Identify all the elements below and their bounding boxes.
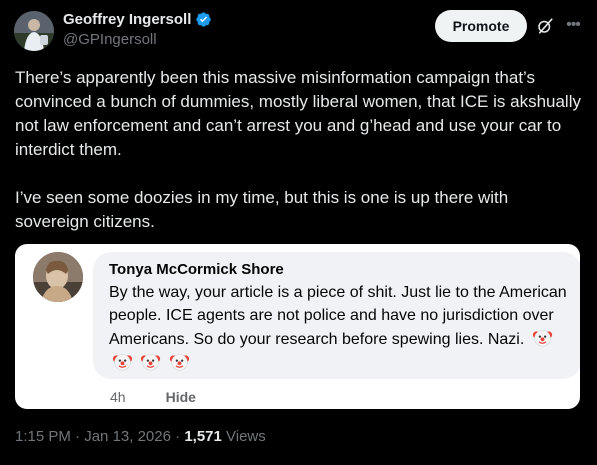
views-count[interactable]: 1,571: [184, 428, 222, 445]
grok-icon[interactable]: [536, 17, 554, 35]
comment-body: By the way, your article is a piece of s…: [109, 284, 567, 348]
comment-time: 4h: [110, 389, 126, 405]
more-icon[interactable]: •••: [563, 15, 583, 35]
separator: ·: [70, 428, 85, 445]
verified-badge-icon: [196, 12, 212, 27]
tweet-date[interactable]: Jan 13, 2026: [84, 428, 171, 445]
comment-bubble: Tonya McCormick Shore By the way, your a…: [93, 252, 580, 379]
commenter-avatar: [33, 252, 83, 302]
embedded-comment-image[interactable]: Tonya McCormick Shore By the way, your a…: [15, 244, 580, 409]
clown-face-icon: [141, 354, 161, 371]
author-avatar[interactable]: [14, 11, 54, 51]
tweet-timestamp-row: 1:15 PM · Jan 13, 2026 · 1,571 Views: [15, 428, 266, 445]
avatar-image: [14, 11, 54, 51]
clown-face-icon: [112, 354, 133, 371]
separator: ·: [170, 428, 185, 445]
tweet-paragraph: I’ve seen some doozies in my time, but t…: [15, 188, 509, 231]
commenter-avatar-image: [33, 252, 83, 302]
author-name-link[interactable]: Geoffrey Ingersoll: [63, 11, 212, 28]
promote-button[interactable]: Promote: [435, 10, 527, 42]
author-name: Geoffrey Ingersoll: [63, 11, 192, 28]
comment-hide-link: Hide: [165, 389, 196, 405]
clown-face-icon: [169, 354, 190, 371]
clown-face-icon: [532, 330, 552, 347]
tweet-time[interactable]: 1:15 PM: [15, 428, 71, 445]
commenter-name: Tonya McCormick Shore: [109, 261, 284, 278]
comment-meta: 4h Hide: [110, 389, 196, 405]
comment-text: By the way, your article is a piece of s…: [109, 281, 569, 375]
tweet-text: There’s apparently been this massive mis…: [15, 66, 585, 234]
tweet-paragraph: There’s apparently been this massive mis…: [15, 68, 581, 159]
author-handle[interactable]: @GPIngersoll: [63, 31, 157, 48]
views-label: Views: [221, 428, 266, 445]
